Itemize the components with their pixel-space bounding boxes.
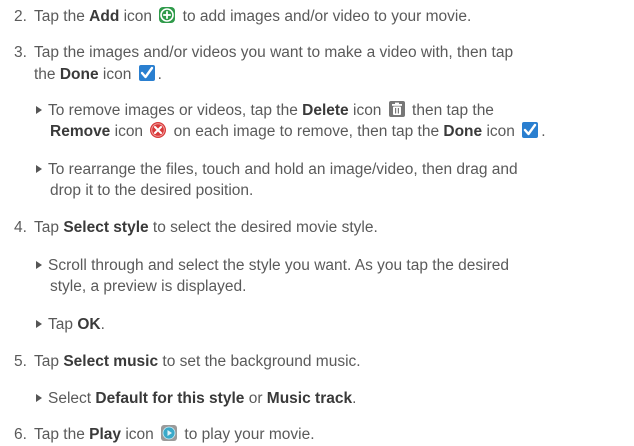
add-icon xyxy=(158,6,176,24)
step-number: 2. xyxy=(14,8,27,25)
bullet-marker xyxy=(36,165,42,173)
step-5: 5. Tap Select music to set the background… xyxy=(14,353,361,370)
bullet-marker xyxy=(36,394,42,402)
step-number: 5. xyxy=(14,353,27,370)
bullet-marker xyxy=(36,261,42,269)
bullet-scroll: Scroll through and select the style you … xyxy=(36,256,509,276)
bullet-rearrange-continued: drop it to the desired position. xyxy=(50,182,254,199)
bullet-scroll-continued: style, a preview is displayed. xyxy=(50,278,247,295)
step-4: 4. Tap Select style to select the desired… xyxy=(14,219,378,236)
bullet-marker xyxy=(36,106,42,114)
bullet-remove: To remove images or videos, tap the Dele… xyxy=(36,100,494,120)
remove-icon xyxy=(149,121,167,139)
play-icon xyxy=(160,424,178,442)
step-6: 6. Tap the Play icon to play your movie. xyxy=(14,424,315,443)
bullet-remove-continued: Remove icon on each image to remove, the… xyxy=(50,121,546,140)
checkmark-icon xyxy=(521,121,539,139)
step-number: 6. xyxy=(14,426,27,443)
manual-page: 2. Tap the Add icon to add images and/or … xyxy=(0,0,634,446)
step-3-continued: the Done icon . xyxy=(34,64,162,83)
bullet-select: Select Default for this style or Music t… xyxy=(36,389,356,409)
bullet-ok: Tap OK. xyxy=(36,315,105,335)
step-2: 2. Tap the Add icon to add images and/or … xyxy=(14,6,472,25)
checkmark-icon xyxy=(138,64,156,82)
step-3: 3. Tap the images and/or videos you want … xyxy=(14,44,514,61)
step-number: 3. xyxy=(14,44,27,61)
step-number: 4. xyxy=(14,219,27,236)
bullet-marker xyxy=(36,320,42,328)
bullet-rearrange: To rearrange the files, touch and hold a… xyxy=(36,160,518,180)
trash-icon xyxy=(388,100,406,118)
